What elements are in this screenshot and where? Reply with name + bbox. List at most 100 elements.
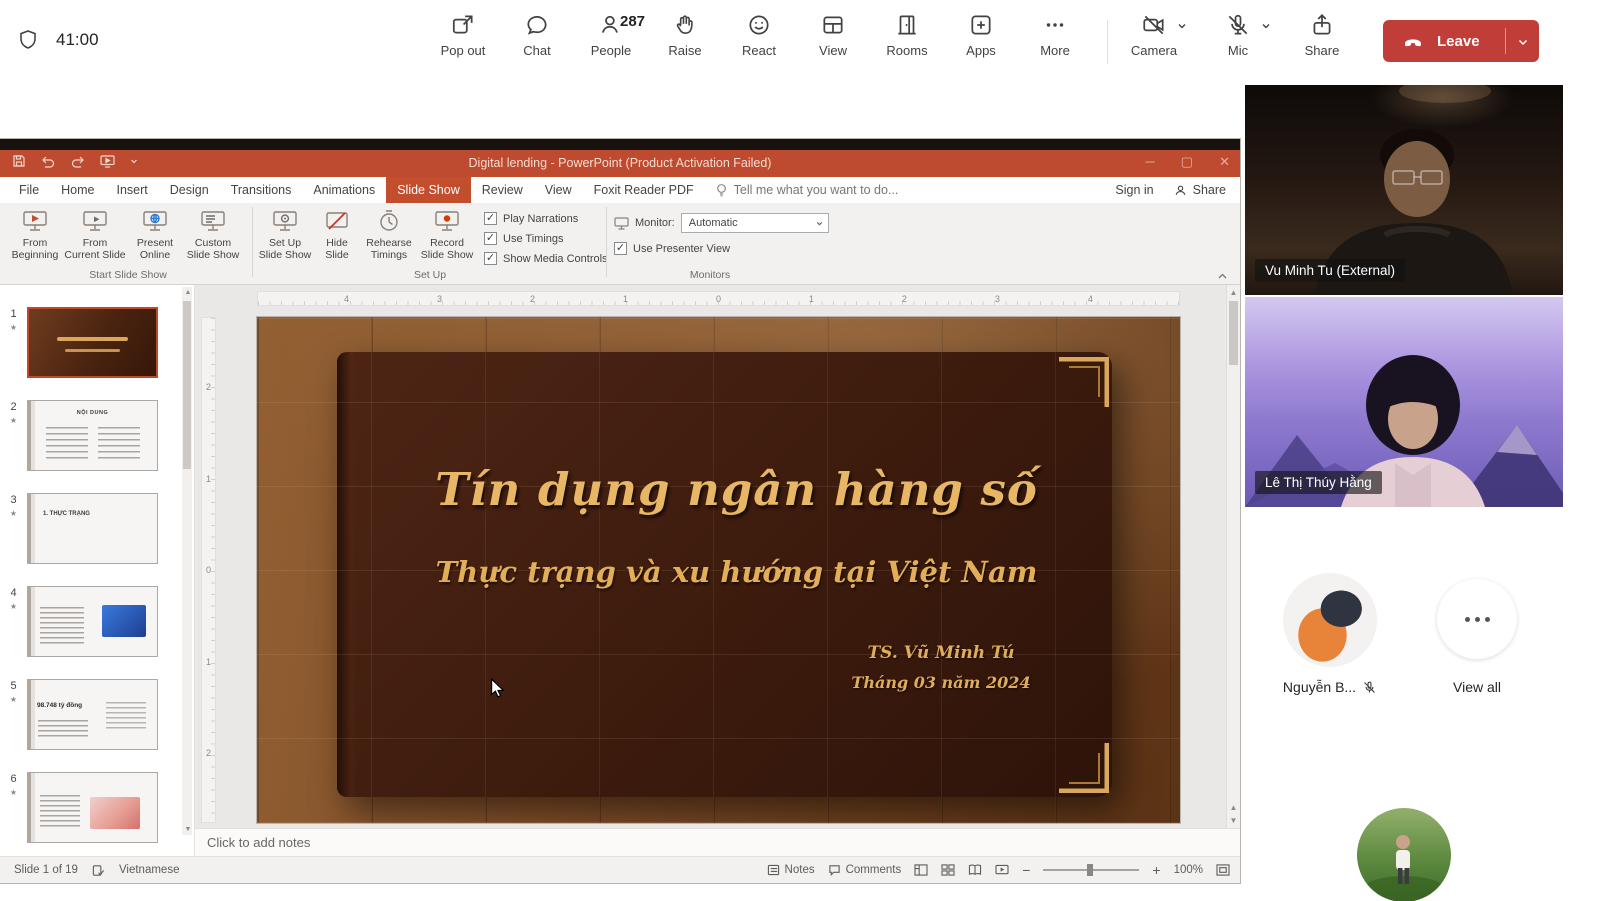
slide-thumbnail-5[interactable]: 5★ 98.748 tỷ đồng [0, 679, 194, 750]
sign-in-link[interactable]: Sign in [1115, 183, 1153, 197]
tab-review[interactable]: Review [471, 177, 534, 203]
mic-chevron-icon[interactable] [1260, 20, 1272, 32]
previous-slide-icon[interactable]: ▲ [1227, 803, 1240, 812]
thumb-title: 1. THỰC TRẠNG [43, 511, 90, 517]
zoom-slider-thumb[interactable] [1087, 864, 1093, 876]
notes-label: Notes [785, 864, 815, 876]
zoom-level[interactable]: 100% [1174, 864, 1203, 876]
chat-button[interactable]: Chat [512, 12, 562, 58]
group-name-setup: Set Up [330, 269, 530, 281]
mic-button[interactable]: Mic [1202, 12, 1274, 58]
rehearse-timings-button[interactable]: Rehearse Timings [360, 203, 418, 262]
leave-chevron-icon[interactable] [1516, 36, 1530, 48]
hide-slide-button[interactable]: Hide Slide [314, 203, 360, 262]
slideshow-view-button[interactable] [995, 864, 1009, 876]
horizontal-ruler: 432101234 [257, 291, 1180, 306]
slide-canvas[interactable]: Tín dụng ngân hàng số Thực trạng và xu h… [257, 317, 1180, 823]
tab-animations[interactable]: Animations [302, 177, 386, 203]
slide-edit-area: 432101234 21012 Tín dụng ngân hàng số Th… [195, 285, 1240, 828]
restore-button[interactable]: ▢ [1181, 154, 1193, 170]
minimize-button[interactable]: ─ [1146, 154, 1155, 170]
monitor-dropdown[interactable]: Automatic [681, 213, 829, 233]
from-beginning-button[interactable]: From Beginning [6, 203, 64, 262]
pop-out-button[interactable]: Pop out [438, 12, 488, 58]
show-media-controls-checkbox[interactable]: ✓ Show Media Controls [484, 252, 608, 265]
tab-view[interactable]: View [534, 177, 583, 203]
record-slide-show-button[interactable]: Record Slide Show [418, 203, 476, 262]
play-narrations-checkbox[interactable]: ✓ Play Narrations [484, 212, 608, 225]
comments-toggle[interactable]: Comments [828, 864, 902, 876]
video-tile-1[interactable]: Vu Minh Tu (External) [1245, 85, 1563, 295]
custom-slide-show-button[interactable]: Custom Slide Show [184, 203, 242, 262]
slide-thumbnail-6[interactable]: 6★ [0, 772, 194, 843]
video-tile-2[interactable]: Lê Thị Thúy Hằng [1245, 297, 1563, 507]
rooms-button[interactable]: Rooms [882, 12, 932, 58]
slide-thumbnail-1[interactable]: 1★ [0, 307, 194, 378]
use-timings-checkbox[interactable]: ✓ Use Timings [484, 232, 608, 245]
scroll-up-icon[interactable]: ▲ [184, 289, 192, 296]
tab-home[interactable]: Home [50, 177, 105, 203]
use-presenter-view-checkbox[interactable]: ✓ Use Presenter View [614, 242, 730, 255]
slide-sorter-view-button[interactable] [941, 864, 955, 876]
leave-button[interactable]: Leave [1383, 20, 1539, 62]
slide-thumbnail-3[interactable]: 3★ 1. THỰC TRẠNG [0, 493, 194, 564]
tab-foxit[interactable]: Foxit Reader PDF [583, 177, 705, 203]
tab-transitions[interactable]: Transitions [220, 177, 303, 203]
monitor-value: Automatic [689, 217, 738, 229]
slide-thumbnail-2[interactable]: 2★ NỘI DUNG [0, 400, 194, 471]
camera-button[interactable]: Camera [1118, 12, 1190, 58]
thumbnail-image[interactable]: 98.748 tỷ đồng [27, 679, 158, 750]
animation-star-icon: ★ [10, 602, 17, 611]
tell-me-box[interactable]: Tell me what you want to do... [705, 177, 909, 203]
person-icon [1174, 184, 1187, 197]
group-separator [606, 207, 607, 277]
view-all-button[interactable] [1437, 579, 1517, 659]
scroll-up-icon[interactable]: ▲ [1227, 288, 1240, 297]
tab-design[interactable]: Design [159, 177, 220, 203]
thumbnail-image[interactable]: 1. THỰC TRẠNG [27, 493, 158, 564]
ppt-share-button[interactable]: Share [1174, 183, 1226, 197]
more-button[interactable]: More [1030, 12, 1080, 58]
people-button[interactable]: 287 People [586, 12, 636, 58]
from-current-slide-button[interactable]: From Current Slide [64, 203, 126, 262]
vertical-scrollbar[interactable]: ▲ ▲ ▼ [1226, 285, 1240, 828]
close-button[interactable]: ✕ [1219, 154, 1230, 170]
notes-toggle[interactable]: Notes [767, 864, 815, 876]
thumbnail-image[interactable] [27, 772, 158, 843]
set-up-slide-show-button[interactable]: Set Up Slide Show [256, 203, 314, 262]
spell-check-button[interactable] [92, 864, 105, 877]
checkbox-checked-icon: ✓ [484, 252, 497, 265]
scrollbar-thumb[interactable] [1229, 301, 1238, 365]
participant-avatar[interactable] [1357, 808, 1451, 901]
tab-insert[interactable]: Insert [106, 177, 159, 203]
share-button[interactable]: Share [1286, 12, 1358, 58]
present-online-button[interactable]: Present Online [126, 203, 184, 262]
raise-hand-button[interactable]: Raise [660, 12, 710, 58]
thumbnail-image[interactable]: NỘI DUNG [27, 400, 158, 471]
tab-file[interactable]: File [8, 177, 50, 203]
view-button[interactable]: View [808, 12, 858, 58]
scroll-down-icon[interactable]: ▼ [184, 826, 192, 833]
tab-slide-show[interactable]: Slide Show [386, 177, 471, 203]
reading-view-button[interactable] [968, 864, 982, 876]
collapse-ribbon-chevron-icon[interactable] [1217, 272, 1228, 280]
language-indicator[interactable]: Vietnamese [119, 864, 180, 876]
scrollbar-thumb[interactable] [183, 301, 191, 469]
thumbnail-image[interactable] [27, 307, 158, 378]
react-button[interactable]: React [734, 12, 784, 58]
participant-avatar[interactable] [1283, 573, 1377, 667]
thumbnail-scrollbar[interactable]: ▲ ▼ [182, 287, 192, 835]
slide-thumbnail-4[interactable]: 4★ [0, 586, 194, 657]
next-slide-icon[interactable]: ▼ [1227, 816, 1240, 825]
notes-pane[interactable]: Click to add notes [195, 828, 1240, 856]
fit-to-window-button[interactable] [1216, 864, 1230, 876]
apps-button[interactable]: Apps [956, 12, 1006, 58]
zoom-out-icon[interactable]: − [1022, 862, 1030, 878]
comments-icon [828, 864, 841, 876]
thumbnail-image[interactable] [27, 586, 158, 657]
camera-chevron-icon[interactable] [1176, 20, 1188, 32]
group-name-monitors: Monitors [610, 269, 810, 281]
zoom-in-icon[interactable]: + [1152, 862, 1160, 878]
normal-view-button[interactable] [914, 864, 928, 876]
zoom-slider[interactable] [1043, 869, 1139, 871]
